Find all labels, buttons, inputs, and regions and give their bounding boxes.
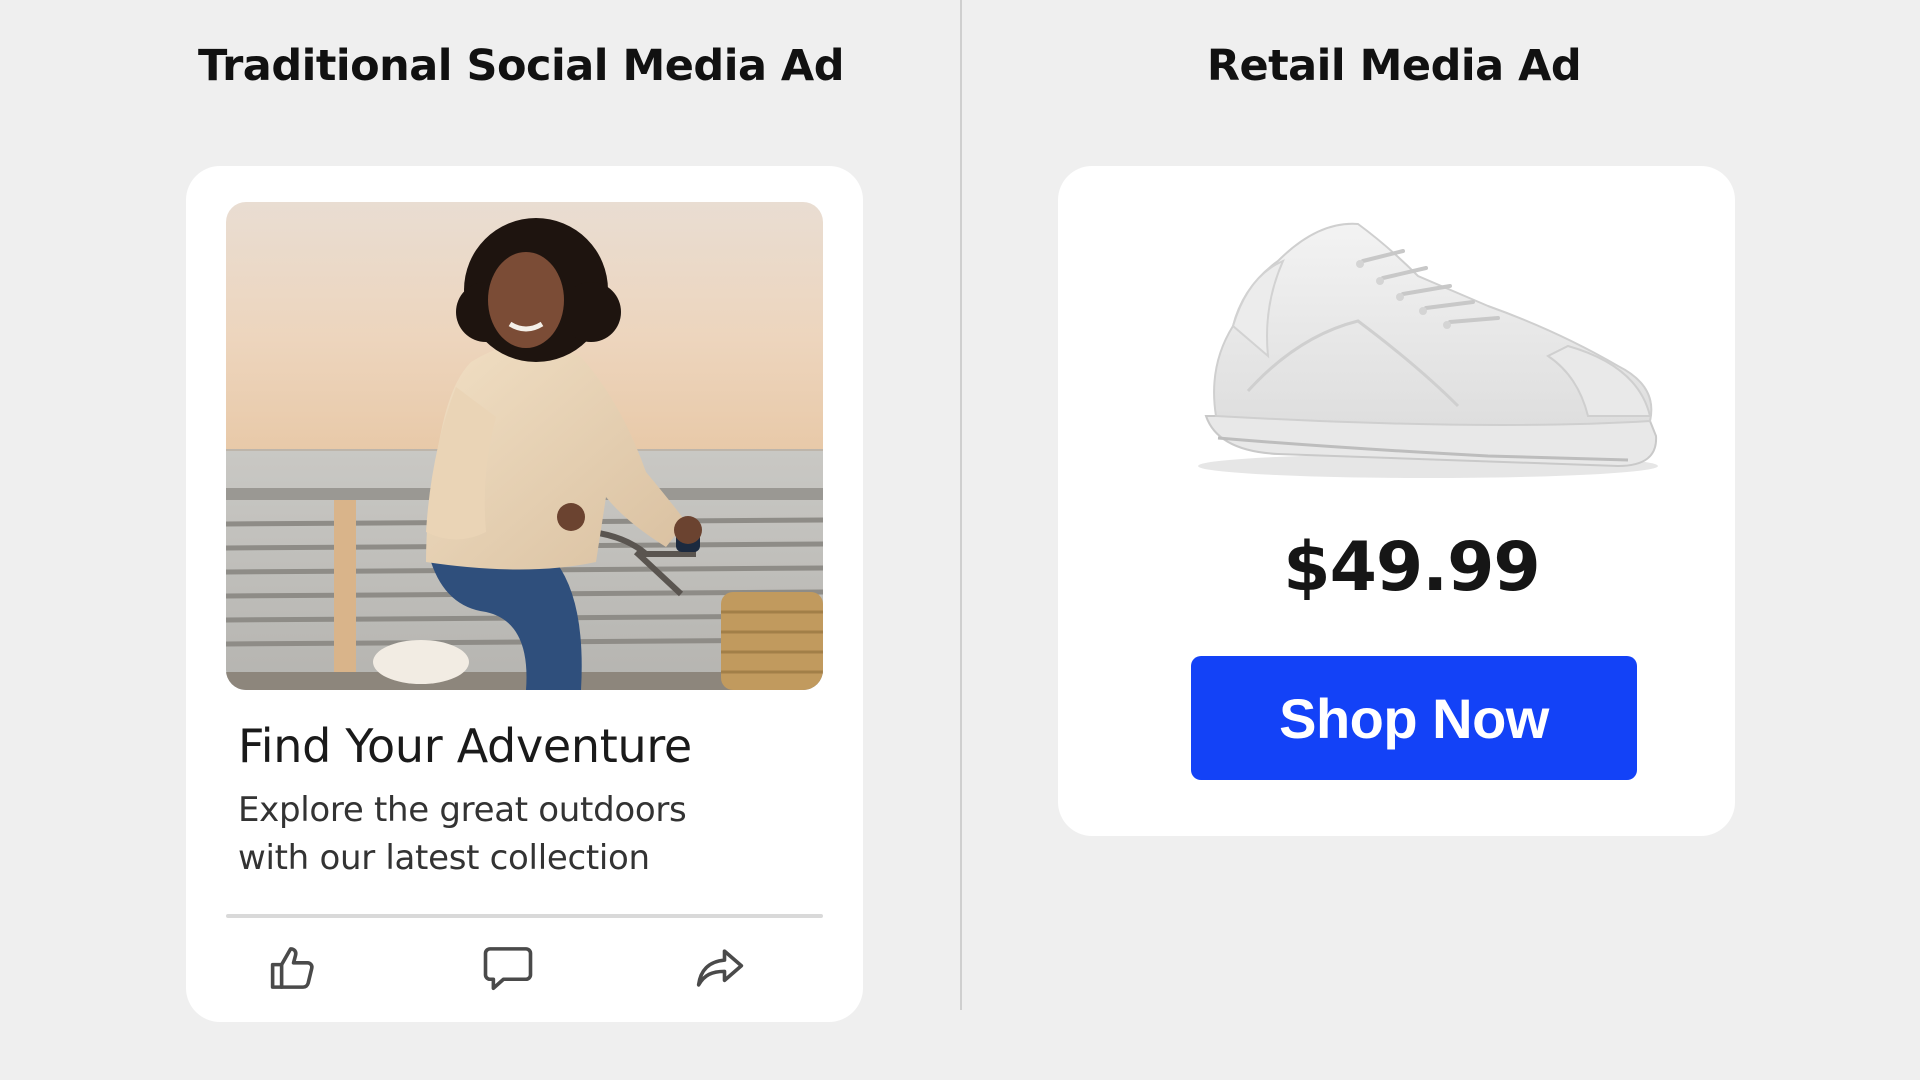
like-button[interactable] [264, 938, 324, 998]
column-divider [960, 0, 962, 1010]
white-sneaker-photo [1188, 216, 1668, 486]
product-price: $49.99 [1283, 528, 1540, 607]
ad-body-text: Explore the great outdoors with our late… [238, 786, 838, 882]
comment-button[interactable] [478, 938, 538, 998]
retail-ad-card: $49.99 Shop Now [1058, 166, 1735, 836]
ad-headline: Find Your Adventure [238, 719, 692, 773]
thumbs-up-icon [270, 947, 314, 989]
shop-now-button[interactable]: Shop Now [1191, 656, 1637, 780]
ad-body-line: with our latest collection [238, 838, 650, 878]
traditional-ad-heading: Traditional Social Media Ad [197, 41, 845, 91]
ad-body-line: Explore the great outdoors [238, 790, 687, 830]
share-button[interactable] [690, 938, 750, 998]
retail-ad-heading: Retail Media Ad [1206, 41, 1582, 91]
woman-riding-bicycle-photo [226, 202, 823, 690]
share-icon [696, 949, 744, 987]
social-ad-card: Find Your Adventure Explore the great ou… [186, 166, 863, 1022]
comment-icon [483, 947, 533, 991]
actions-divider [226, 914, 823, 918]
